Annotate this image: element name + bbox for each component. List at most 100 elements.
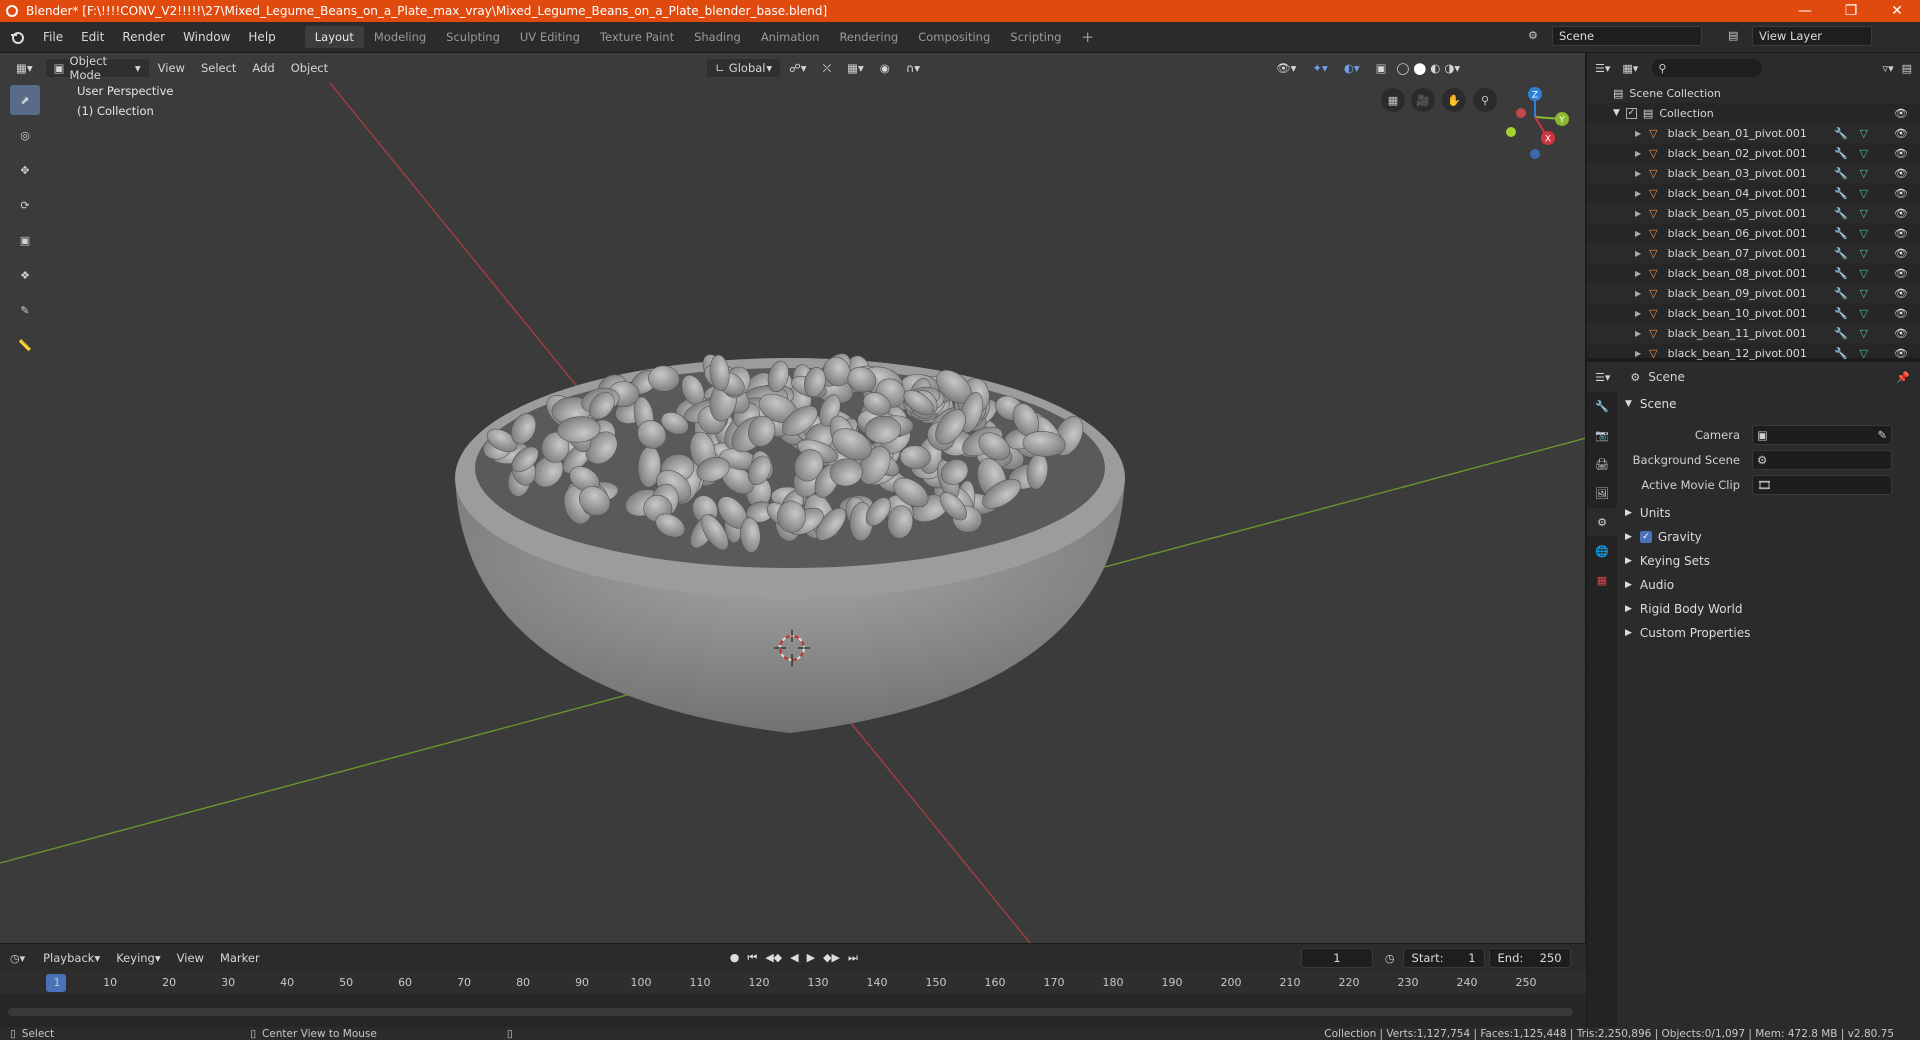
eye-icon[interactable]: 👁 [1894,287,1908,300]
select-box-tool-icon[interactable]: ⬈ [10,85,40,115]
visibility-icon[interactable]: 👁▾ [1268,58,1304,78]
maximize-button[interactable]: ❐ [1828,0,1874,22]
scene-section-header[interactable]: ▼ Scene [1617,392,1920,416]
prev-keyframe-icon[interactable]: ◀◆ [765,951,782,965]
scene-tab-icon[interactable]: ⚙ [1587,508,1617,536]
scene-icon[interactable]: ⚙ [1528,29,1538,42]
units-section-header[interactable]: ▶ Units [1617,501,1920,525]
properties-editor-type-icon[interactable]: ☰▾ [1595,371,1610,384]
start-frame-field[interactable]: Start: 1 [1402,948,1485,968]
menu-edit[interactable]: Edit [72,30,113,44]
mesh-data-icon[interactable]: ▽ [1860,327,1868,340]
modifier-wrench-icon[interactable]: 🔧 [1834,247,1848,260]
outliner-row-object[interactable]: ▶ ▽ black_bean_04_pivot.001 🔧 ▽ 👁 [1587,183,1920,203]
mesh-data-icon[interactable]: ▽ [1860,247,1868,260]
view-layer-tab-icon[interactable]: 🖼 [1587,479,1617,507]
snap-target-icon[interactable]: ▦▾ [839,58,872,78]
disclosure-down-icon[interactable]: ▼ [1613,108,1620,118]
disclosure-right-icon[interactable]: ▶ [1635,249,1641,258]
audio-section-header[interactable]: ▶ Audio [1617,573,1920,597]
play-reverse-icon[interactable]: ◀ [790,951,798,965]
texture-tab-icon[interactable]: ▦ [1587,566,1617,594]
eye-icon[interactable]: 👁 [1894,147,1908,160]
camera-view-icon[interactable]: 🎥 [1411,88,1435,112]
scene-selector[interactable]: Scene [1552,26,1702,46]
modifier-wrench-icon[interactable]: 🔧 [1834,327,1848,340]
eye-icon[interactable]: 👁 [1894,127,1908,140]
disclosure-right-icon[interactable]: ▶ [1635,309,1641,318]
eye-icon[interactable]: 👁 [1894,247,1908,260]
add-workspace-button[interactable]: + [1071,24,1104,50]
transform-tool-icon[interactable]: ❖ [10,260,40,290]
tab-scripting[interactable]: Scripting [1000,26,1071,48]
menu-marker[interactable]: Marker [212,948,268,968]
display-mode-icon[interactable]: ▦▾ [1622,62,1638,75]
world-tab-icon[interactable]: 🌐 [1587,537,1617,565]
eye-icon[interactable]: 👁 [1894,227,1908,240]
disclosure-right-icon[interactable]: ▶ [1635,169,1641,178]
mesh-data-icon[interactable]: ▽ [1860,347,1868,360]
active-movie-clip-input[interactable]: 🎞 [1752,474,1892,495]
menu-window[interactable]: Window [174,30,239,44]
gravity-section-header[interactable]: ▶ ✓ Gravity [1617,525,1920,549]
tab-sculpting[interactable]: Sculpting [436,26,510,48]
3d-viewport[interactable]: User Perspective (1) Collection [0,53,1586,943]
close-button[interactable]: ✕ [1874,0,1920,22]
mesh-data-icon[interactable]: ▽ [1860,287,1868,300]
modifier-wrench-icon[interactable]: 🔧 [1834,187,1848,200]
modifier-wrench-icon[interactable]: 🔧 [1834,207,1848,220]
mesh-data-icon[interactable]: ▽ [1860,207,1868,220]
outliner-row-object[interactable]: ▶ ▽ black_bean_09_pivot.001 🔧 ▽ 👁 [1587,283,1920,303]
eye-icon[interactable]: 👁 [1894,347,1908,360]
outliner-editor-type-icon[interactable]: ☰▾ [1595,62,1610,75]
eye-icon[interactable]: 👁 [1894,107,1908,120]
menu-file[interactable]: File [34,30,72,44]
pin-icon[interactable]: 📌 [1896,371,1910,384]
mesh-data-icon[interactable]: ▽ [1860,267,1868,280]
keying-sets-section-header[interactable]: ▶ Keying Sets [1617,549,1920,573]
snap-icon[interactable]: ⛌ [815,58,840,78]
disclosure-right-icon[interactable]: ▶ [1635,209,1641,218]
outliner-row-object[interactable]: ▶ ▽ black_bean_06_pivot.001 🔧 ▽ 👁 [1587,223,1920,243]
scale-tool-icon[interactable]: ▣ [10,225,40,255]
tool-settings-tab-icon[interactable]: 🔧 [1587,392,1617,420]
menu-render[interactable]: Render [113,30,174,44]
view-layer-icon[interactable]: ▤ [1728,29,1738,42]
clock-icon[interactable]: ◷ [1385,952,1395,965]
menu-object[interactable]: Object [283,58,336,78]
tab-texture-paint[interactable]: Texture Paint [590,26,684,48]
modifier-wrench-icon[interactable]: 🔧 [1834,287,1848,300]
filter-icon[interactable]: ▿▾ [1883,62,1894,75]
outliner-row-object[interactable]: ▶ ▽ black_bean_11_pivot.001 🔧 ▽ 👁 [1587,323,1920,343]
mesh-data-icon[interactable]: ▽ [1860,307,1868,320]
next-keyframe-icon[interactable]: ◆▶ [823,951,840,965]
material-shading-icon[interactable]: ◐ [1428,58,1442,78]
transform-orientation-selector[interactable]: ∟ Global ▾ [706,58,782,78]
mesh-data-icon[interactable]: ▽ [1860,227,1868,240]
menu-select[interactable]: Select [193,58,244,78]
eye-icon[interactable]: 👁 [1894,267,1908,280]
play-icon[interactable]: ▶ [807,951,815,965]
frame-ruler[interactable]: 1 10 20 30 40 50 60 70 80 90 100 110 120 130 140 150 160… [0,972,1586,994]
cursor-tool-icon[interactable]: ◎ [10,120,40,150]
modifier-wrench-icon[interactable]: 🔧 [1834,227,1848,240]
outliner-row-object[interactable]: ▶ ▽ black_bean_01_pivot.001 🔧 ▽ 👁 [1587,123,1920,143]
tab-modeling[interactable]: Modeling [364,26,436,48]
grid-view-icon[interactable]: ▦ [1381,88,1405,112]
solid-shading-icon[interactable]: ⬤ [1411,58,1428,78]
disclosure-right-icon[interactable]: ▶ [1635,149,1641,158]
tab-shading[interactable]: Shading [684,26,751,48]
move-tool-icon[interactable]: ✥ [10,155,40,185]
timeline-scrollbar[interactable] [8,1008,1573,1016]
outliner-row-object[interactable]: ▶ ▽ black_bean_08_pivot.001 🔧 ▽ 👁 [1587,263,1920,283]
eye-icon[interactable]: 👁 [1894,167,1908,180]
mesh-data-icon[interactable]: ▽ [1860,147,1868,160]
outliner-row-object[interactable]: ▶ ▽ black_bean_07_pivot.001 🔧 ▽ 👁 [1587,243,1920,263]
current-frame-field[interactable]: 1 [1300,948,1373,968]
disclosure-right-icon[interactable]: ▶ [1635,189,1641,198]
rigid-body-world-section-header[interactable]: ▶ Rigid Body World [1617,597,1920,621]
modifier-wrench-icon[interactable]: 🔧 [1834,167,1848,180]
eye-icon[interactable]: 👁 [1894,327,1908,340]
proportional-edit-icon[interactable]: ◉ [872,58,898,78]
mesh-data-icon[interactable]: ▽ [1860,127,1868,140]
